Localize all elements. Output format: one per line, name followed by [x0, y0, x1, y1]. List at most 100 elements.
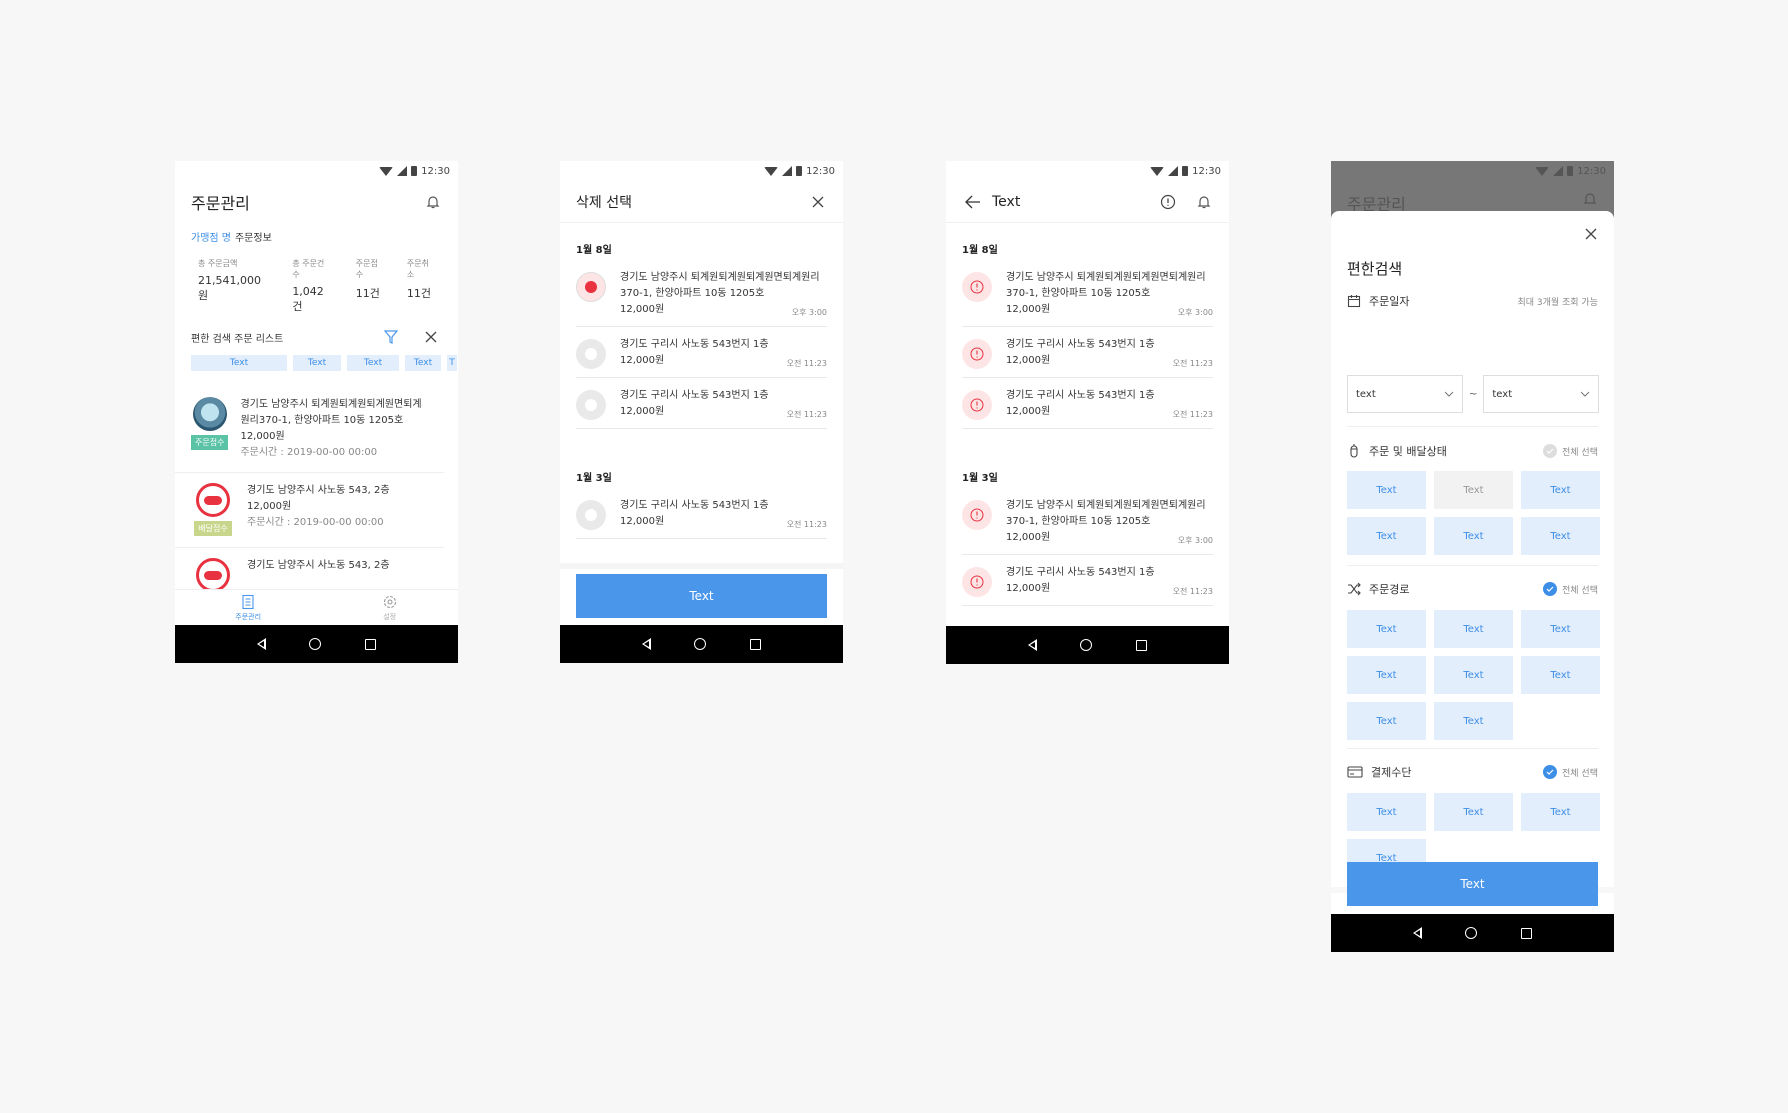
- nav-home-icon[interactable]: [694, 638, 707, 650]
- status-bar: 12:30: [1331, 161, 1614, 181]
- route-option[interactable]: Text: [1434, 702, 1513, 740]
- list-item[interactable]: 경기도 구리시 사노동 543번지 1층 12,000원 오전 11:23: [962, 555, 1213, 606]
- filter-chip[interactable]: Text: [405, 355, 441, 371]
- nav-recent-icon[interactable]: [1521, 927, 1533, 939]
- order-price: 12,000원: [247, 501, 292, 512]
- filter-chip[interactable]: T: [447, 355, 457, 371]
- stat-received: 주문접수 11건: [356, 258, 385, 314]
- date-label: 1월 3일: [576, 473, 612, 484]
- wifi-icon: [764, 166, 779, 176]
- filter-chip[interactable]: Text: [347, 355, 399, 371]
- select-all-payment[interactable]: 전체 선택: [1543, 765, 1598, 779]
- nav-home-icon[interactable]: [1080, 639, 1093, 651]
- list-item[interactable]: 경기도 남양주시 퇴계원퇴계원퇴계원면퇴계원리370-1, 한양아파트 10동 …: [962, 260, 1213, 327]
- arrow-left-icon[interactable]: [962, 191, 984, 213]
- payment-option[interactable]: Text: [1521, 793, 1600, 831]
- nav-back-icon[interactable]: [641, 638, 651, 650]
- date-to-select[interactable]: text: [1483, 375, 1600, 413]
- close-icon[interactable]: [1580, 223, 1602, 245]
- select-all-status[interactable]: 전체 선택: [1543, 444, 1598, 458]
- payment-option[interactable]: Text: [1347, 793, 1426, 831]
- bell-icon[interactable]: [1193, 191, 1215, 213]
- status-option[interactable]: Text: [1347, 471, 1426, 509]
- tab-order-management[interactable]: 주문관리: [235, 594, 261, 622]
- android-nav-bar: [946, 626, 1229, 664]
- status-option[interactable]: Text: [1347, 517, 1426, 555]
- order-list-panel: 편한 검색 주문 리스트 Text Text Text Text T 주문접수: [175, 319, 458, 625]
- route-option[interactable]: Text: [1434, 610, 1513, 648]
- easy-search-screen: 12:30 주문관리 편한검색 주문일자 최대 3개월 조회 가능 text ~: [1331, 161, 1614, 952]
- radio-icon[interactable]: [576, 390, 606, 420]
- stat-label: 주문접수: [355, 259, 378, 279]
- date-range-note: 최대 3개월 조회 가능: [1517, 297, 1598, 308]
- filter-chip[interactable]: Text: [293, 355, 341, 371]
- nav-back-icon[interactable]: [256, 638, 266, 650]
- route-option[interactable]: Text: [1521, 610, 1600, 648]
- route-option[interactable]: Text: [1347, 702, 1426, 740]
- nav-back-icon[interactable]: [1412, 927, 1422, 939]
- nav-home-icon[interactable]: [1465, 927, 1478, 939]
- nav-recent-icon[interactable]: [1136, 639, 1148, 651]
- signal-icon: [397, 166, 408, 176]
- radio-icon[interactable]: [576, 339, 606, 369]
- list-item[interactable]: 경기도 구리시 사노동 543번지 1층 12,000원 오전 11:23: [962, 378, 1213, 429]
- nav-recent-icon[interactable]: [365, 638, 377, 650]
- select-all-route[interactable]: 전체 선택: [1543, 582, 1598, 596]
- route-option[interactable]: Text: [1347, 610, 1426, 648]
- list-item[interactable]: 경기도 구리시 사노동 543번지 1층 12,000원 오전 11:23: [576, 327, 827, 378]
- store-avatar: [196, 558, 230, 592]
- status-option[interactable]: Text: [1521, 471, 1600, 509]
- battery-icon: [796, 166, 803, 176]
- section-label: 결제수단: [1371, 766, 1412, 779]
- stat-label: 총 주문건 수: [292, 259, 325, 279]
- battery-icon: [411, 166, 418, 176]
- nav-recent-icon[interactable]: [750, 638, 762, 650]
- store-name[interactable]: 가맹점 명: [191, 233, 231, 244]
- document-icon: [242, 594, 254, 609]
- list-item[interactable]: 경기도 남양주시 퇴계원퇴계원퇴계원면퇴계원리370-1, 한양아파트 10동 …: [962, 488, 1213, 555]
- order-time: 오전 11:23: [1172, 359, 1213, 368]
- close-icon[interactable]: [420, 326, 442, 348]
- order-time: 오전 11:23: [1172, 587, 1213, 596]
- close-icon[interactable]: [807, 191, 829, 213]
- list-item[interactable]: 경기도 남양주시 퇴계원퇴계원퇴계원면퇴계원리370-1, 한양아파트 10동 …: [576, 260, 827, 327]
- tab-label: 주문관리: [235, 612, 262, 621]
- radio-selected-icon[interactable]: [576, 272, 606, 302]
- order-address: 경기도 구리시 사노동 543번지 1층: [620, 339, 769, 350]
- list-item[interactable]: 배달접수 경기도 남양주시 사노동 543, 2층 12,000원 주문시간 :…: [175, 473, 444, 548]
- tab-settings[interactable]: 설정: [382, 594, 398, 622]
- shuffle-icon: [1348, 582, 1361, 596]
- radio-icon[interactable]: [576, 500, 606, 530]
- order-detail-list-screen: 12:30 Text 1월 8일 경기도 남양주시 퇴계원퇴계원퇴계원면퇴계원리…: [946, 161, 1229, 664]
- stat-total-count: 총 주문건 수 1,042건: [292, 258, 333, 314]
- order-time: 주문시간 : 2019-00-00 00:00: [247, 517, 384, 528]
- bell-icon[interactable]: [422, 191, 444, 213]
- filter-chip[interactable]: Text: [191, 355, 287, 371]
- list-item[interactable]: 경기도 구리시 사노동 543번지 1층 12,000원 오전 11:23: [962, 327, 1213, 378]
- list-item[interactable]: 경기도 구리시 사노동 543번지 1층 12,000원 오전 11:23: [576, 488, 827, 539]
- nav-home-icon[interactable]: [309, 638, 322, 650]
- order-address: 경기도 구리시 사노동 543번지 1층: [620, 390, 769, 401]
- select-all-label: 전체 선택: [1562, 768, 1598, 779]
- route-option[interactable]: Text: [1434, 656, 1513, 694]
- route-option[interactable]: Text: [1521, 656, 1600, 694]
- status-option[interactable]: Text: [1434, 471, 1513, 509]
- order-time: 오전 11:23: [786, 520, 827, 529]
- search-button[interactable]: Text: [1347, 862, 1598, 906]
- signal-icon: [1553, 166, 1564, 176]
- payment-option[interactable]: Text: [1434, 793, 1513, 831]
- info-alert-icon[interactable]: [1157, 191, 1179, 213]
- date-from-select[interactable]: text: [1347, 375, 1463, 413]
- stat-value: 11건: [355, 287, 380, 300]
- confirm-button[interactable]: Text: [576, 574, 827, 618]
- order-address: 경기도 남양주시 퇴계원퇴계원퇴계원면퇴계원리370-1, 한양아파트 10동 …: [240, 399, 422, 426]
- status-option[interactable]: Text: [1434, 517, 1513, 555]
- route-option[interactable]: Text: [1347, 656, 1426, 694]
- order-price: 12,000원: [240, 431, 285, 442]
- filter-icon[interactable]: [380, 326, 402, 348]
- list-item[interactable]: 경기도 구리시 사노동 543번지 1층 12,000원 오전 11:23: [576, 378, 827, 429]
- status-option[interactable]: Text: [1521, 517, 1600, 555]
- list-item[interactable]: 주문접수 경기도 남양주시 퇴계원퇴계원퇴계원면퇴계원리370-1, 한양아파트…: [175, 387, 444, 473]
- select-all-label: 전체 선택: [1562, 585, 1598, 596]
- nav-back-icon[interactable]: [1027, 639, 1037, 651]
